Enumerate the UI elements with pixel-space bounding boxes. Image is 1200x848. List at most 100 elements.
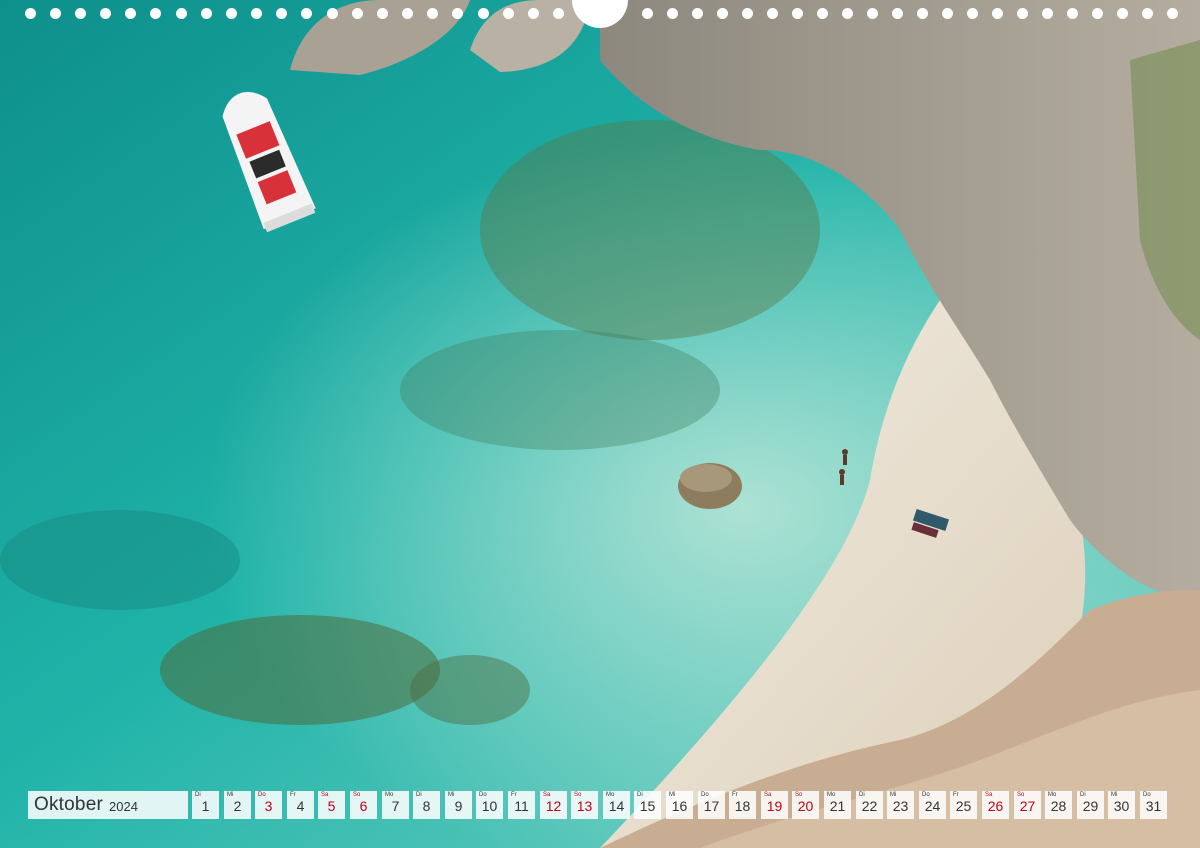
day-number: 3 (264, 798, 273, 814)
calendar-day: So 13 (571, 791, 598, 819)
calendar-day: Mo 7 (382, 791, 409, 819)
day-number: 28 (1050, 798, 1067, 814)
beach-cove-illustration (0, 0, 1200, 848)
calendar-day: Di 29 (1077, 791, 1104, 819)
binding-hole (1142, 8, 1153, 19)
day-number: 5 (327, 798, 336, 814)
calendar-day: Fr 25 (950, 791, 977, 819)
calendar-day: Mo 28 (1045, 791, 1072, 819)
binding-hole (1067, 8, 1078, 19)
binding-hole (1042, 8, 1053, 19)
binding-hole (867, 8, 878, 19)
calendar-day: Do 17 (698, 791, 725, 819)
binding-hole (942, 8, 953, 19)
binding-hole (967, 8, 978, 19)
calendar-day: Mi 23 (887, 791, 914, 819)
binding-hole (427, 8, 438, 19)
day-number: 8 (422, 798, 431, 814)
binding-hole (226, 8, 237, 19)
binding-hole (917, 8, 928, 19)
binding-hole (792, 8, 803, 19)
binding-hole (767, 8, 778, 19)
month-name: Oktober (34, 794, 103, 815)
binding-hole (251, 8, 262, 19)
calendar-day: Fr 4 (287, 791, 314, 819)
calendar-day: Mi 9 (445, 791, 472, 819)
day-number: 17 (703, 798, 720, 814)
binding-hole (327, 8, 338, 19)
binding-hole (1017, 8, 1028, 19)
calendar-day: So 27 (1014, 791, 1041, 819)
binding-hole (125, 8, 136, 19)
day-number: 6 (359, 798, 368, 814)
day-number: 20 (797, 798, 814, 814)
day-number: 9 (454, 798, 463, 814)
binding-hole (201, 8, 212, 19)
calendar-day: So 20 (792, 791, 819, 819)
day-number: 21 (829, 798, 846, 814)
binding-hole (25, 8, 36, 19)
binding-hole (817, 8, 828, 19)
calendar-day: Fr 11 (508, 791, 535, 819)
calendar-day: Mo 21 (824, 791, 851, 819)
calendar-day: Di 8 (413, 791, 440, 819)
binding-hole (692, 8, 703, 19)
day-number: 1 (201, 798, 210, 814)
day-number: 7 (391, 798, 400, 814)
month-year: 2024 (109, 799, 138, 814)
binding-hole (667, 8, 678, 19)
binding-hole (75, 8, 86, 19)
binding-hole (276, 8, 287, 19)
binding-hole (717, 8, 728, 19)
calendar-day: Mo 14 (603, 791, 630, 819)
binding-hole (452, 8, 463, 19)
binding-hole (402, 8, 413, 19)
day-number: 24 (924, 798, 941, 814)
binding-hole (176, 8, 187, 19)
calendar-day: Fr 18 (729, 791, 756, 819)
calendar-photo (0, 0, 1200, 848)
day-number: 15 (639, 798, 656, 814)
day-number: 29 (1082, 798, 1099, 814)
binding-hole (528, 8, 539, 19)
binding-hole (503, 8, 514, 19)
day-number: 22 (861, 798, 878, 814)
day-number: 27 (1019, 798, 1036, 814)
day-number: 11 (514, 798, 529, 814)
binding-hole (478, 8, 489, 19)
binding-hole (150, 8, 161, 19)
binding-hole (842, 8, 853, 19)
calendar-day: Mi 16 (666, 791, 693, 819)
calendar-day: Mi 2 (224, 791, 251, 819)
calendar-day: Do 31 (1140, 791, 1167, 819)
day-number: 10 (481, 798, 498, 814)
day-number: 14 (608, 798, 625, 814)
day-number: 19 (766, 798, 783, 814)
day-number: 30 (1113, 798, 1130, 814)
calendar-day: Sa 26 (982, 791, 1009, 819)
binding-hole (992, 8, 1003, 19)
month-label-box: Oktober 2024 (28, 791, 188, 819)
calendar-day: Di 15 (634, 791, 661, 819)
binding-hole (892, 8, 903, 19)
calendar-day: Di 1 (192, 791, 219, 819)
calendar-day: Sa 5 (318, 791, 345, 819)
day-number: 26 (987, 798, 1004, 814)
binding-hole (742, 8, 753, 19)
day-number: 18 (734, 798, 751, 814)
day-number: 13 (576, 798, 593, 814)
day-number: 31 (1145, 798, 1162, 814)
calendar-day: Di 22 (856, 791, 883, 819)
binding-hole (301, 8, 312, 19)
binding-hole (50, 8, 61, 19)
binding-hole (100, 8, 111, 19)
calendar-day: So 6 (350, 791, 377, 819)
calendar-strip: Oktober 2024 Di 1 Mi 2 Do 3 Fr 4 Sa 5 So 6 Mo 7 Di 8 Mi 9… (28, 791, 1172, 819)
calendar-day: Do 24 (919, 791, 946, 819)
binding-hole (1167, 8, 1178, 19)
binding-hole (377, 8, 388, 19)
calendar-day: Sa 19 (761, 791, 788, 819)
calendar-day: Mi 30 (1108, 791, 1135, 819)
binding-hole (1092, 8, 1103, 19)
calendar-day: Do 10 (476, 791, 503, 819)
